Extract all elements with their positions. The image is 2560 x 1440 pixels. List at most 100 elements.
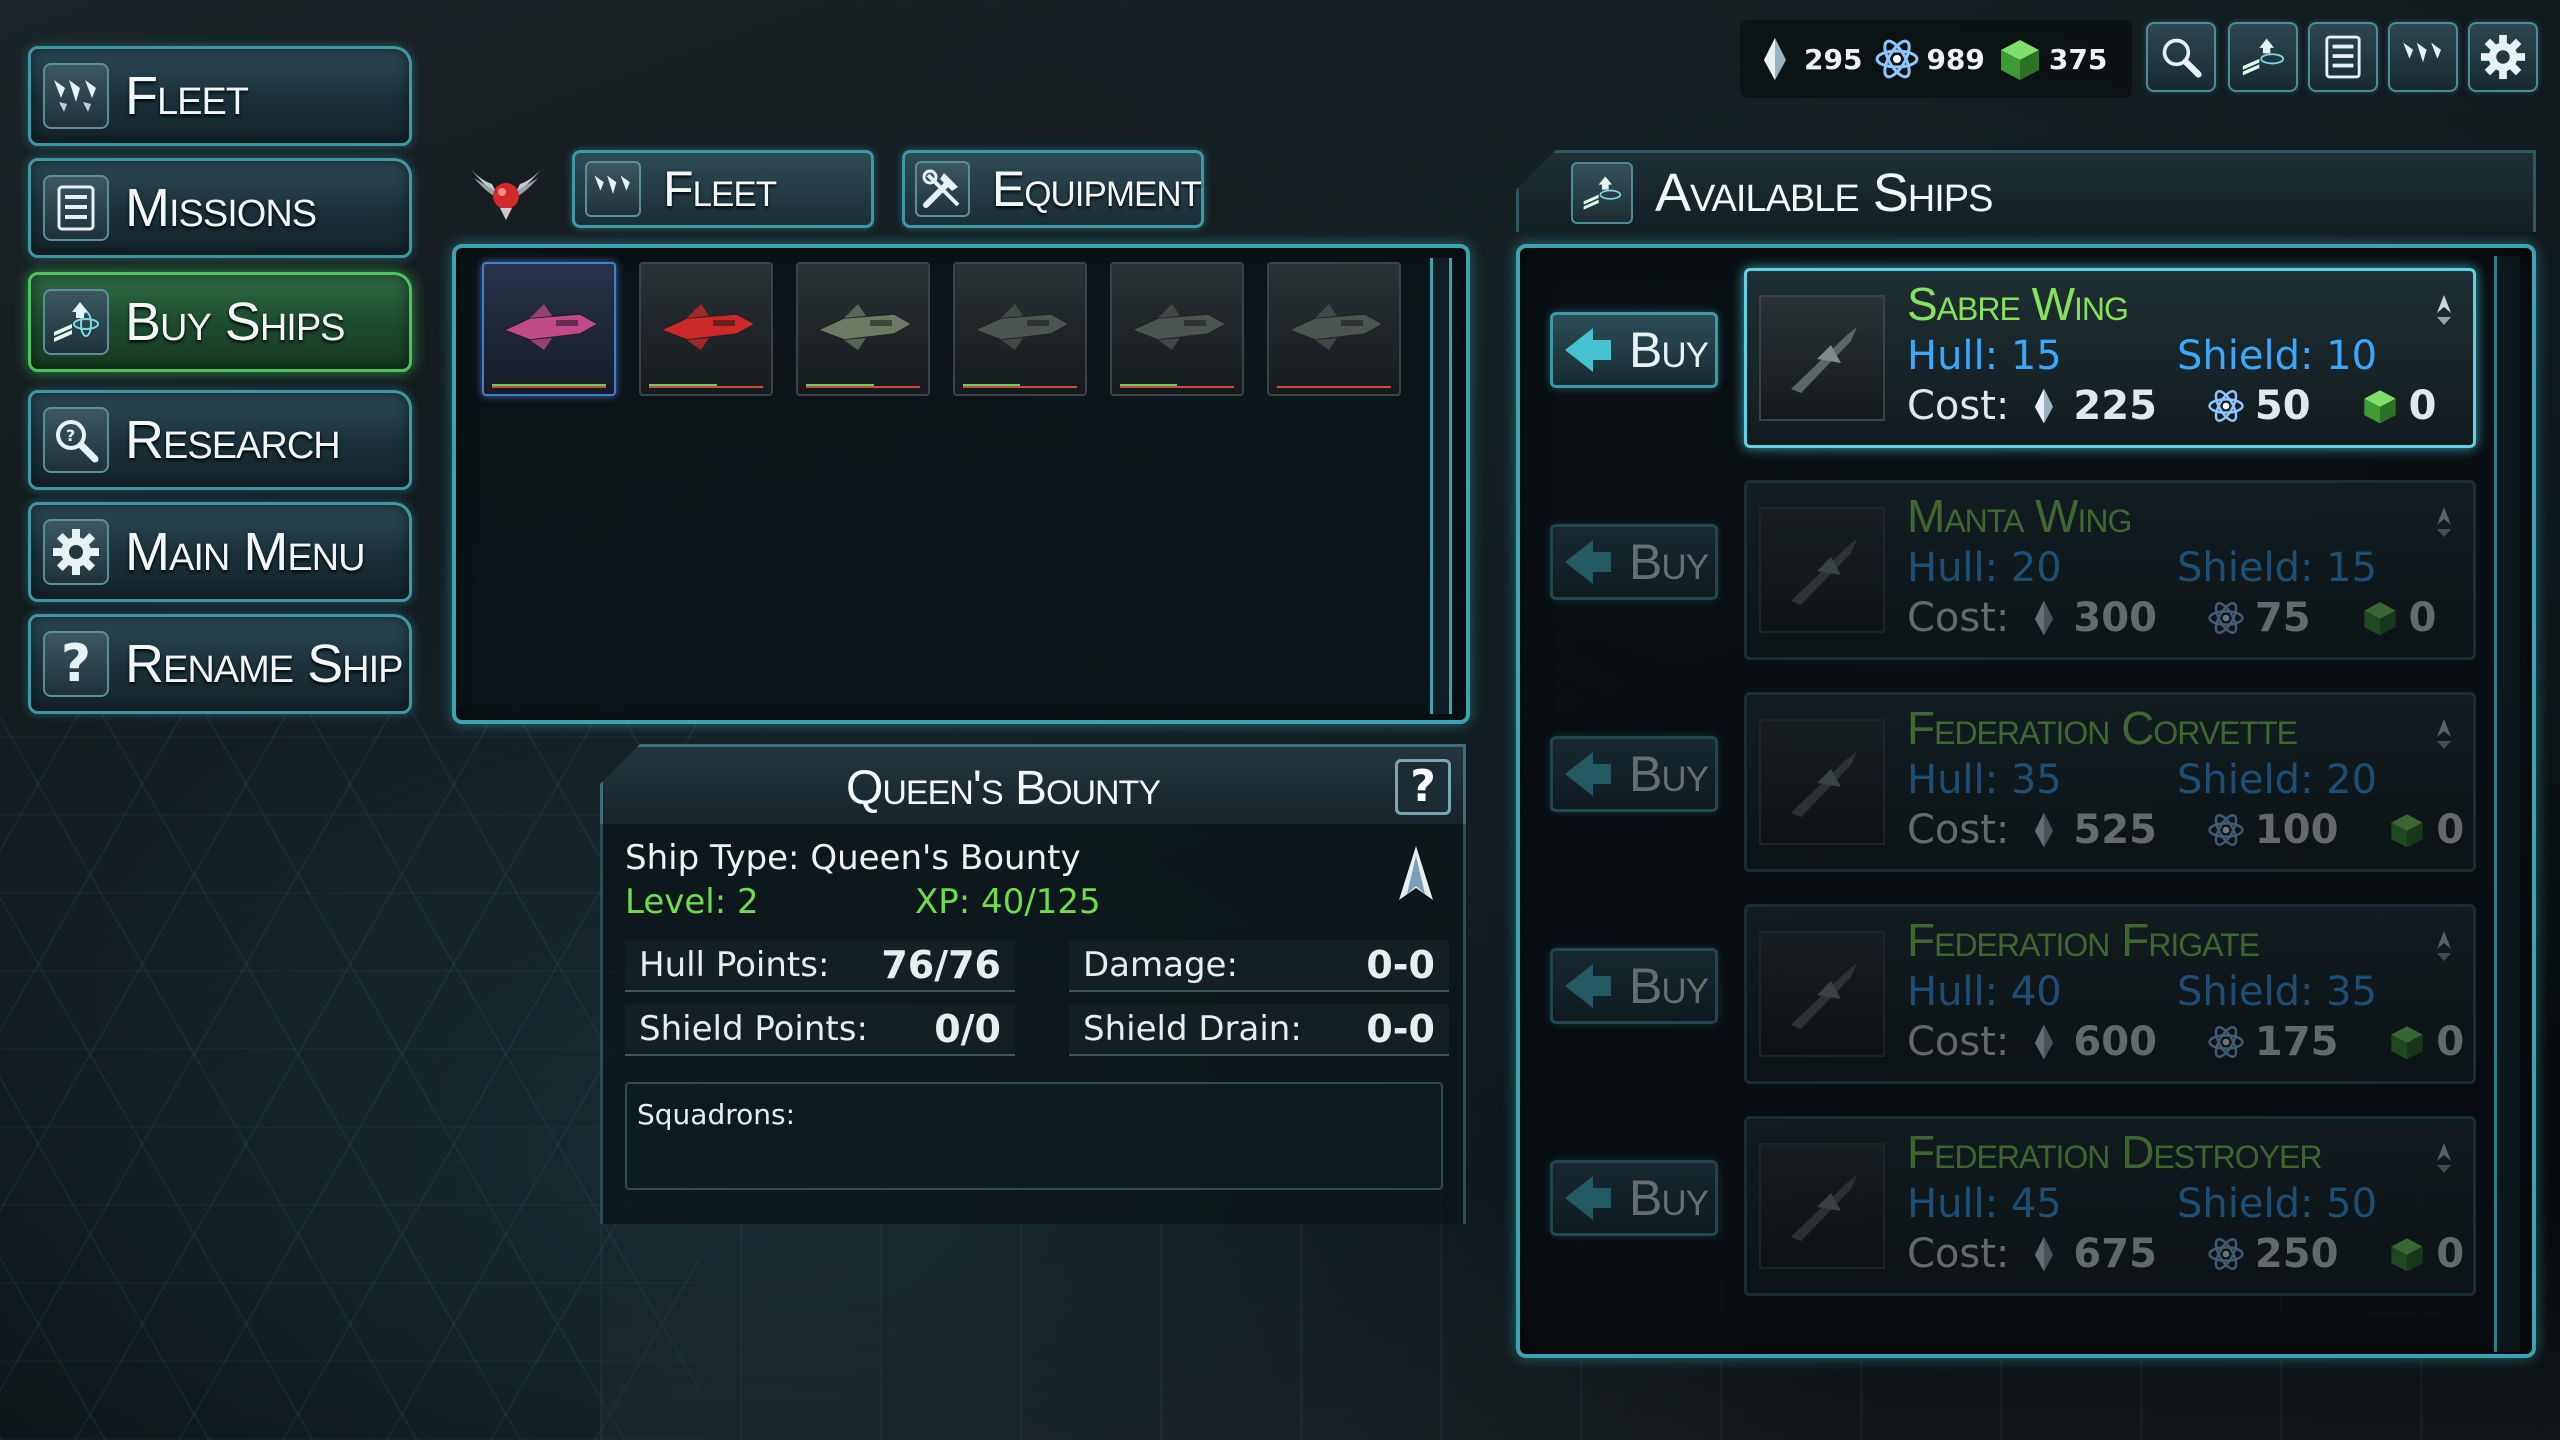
fleet-ship-slot[interactable] bbox=[639, 262, 773, 396]
hull-points-stat: Hull Points: 76/76 bbox=[625, 940, 1015, 992]
menu-buy-ships-label: Buy Ships bbox=[125, 292, 346, 352]
top-missions-button[interactable] bbox=[2308, 22, 2378, 92]
tab-equipment[interactable]: Equipment bbox=[902, 150, 1204, 228]
crystal-resource: 295 bbox=[1752, 36, 1862, 82]
menu-rename-ship-label: Rename Ship bbox=[125, 634, 403, 694]
ship-health-bar bbox=[1277, 384, 1391, 388]
cube-resource: 375 bbox=[1997, 36, 2107, 82]
fleet-ships-panel bbox=[452, 244, 1470, 724]
crystal-icon bbox=[2035, 600, 2054, 636]
ship-cost: Cost: 600 175 0 bbox=[1907, 1019, 2498, 1065]
squadrons-box: Squadrons: bbox=[625, 1082, 1443, 1190]
menu-rename-ship-button[interactable]: ? Rename Ship bbox=[28, 614, 412, 714]
cost-atom: 100 bbox=[2254, 807, 2339, 853]
tab-equipment-label: Equipment bbox=[991, 161, 1202, 217]
buy-label: Buy bbox=[1629, 958, 1709, 1014]
ship-xp-text: XP: 40/125 bbox=[915, 882, 1101, 922]
cube-icon bbox=[2391, 1026, 2424, 1060]
rank-icon bbox=[2437, 1143, 2451, 1173]
menu-missions-button[interactable]: Missions bbox=[28, 158, 412, 258]
top-buy-ships-button[interactable] bbox=[2228, 22, 2298, 92]
buy-button[interactable]: Buy bbox=[1550, 1160, 1718, 1236]
ship-card[interactable]: Federation Frigate Hull: 40 Shield: 35 Cost… bbox=[1744, 904, 2476, 1084]
menu-fleet-label: Fleet bbox=[125, 66, 249, 126]
tools-icon bbox=[915, 161, 970, 217]
available-ships-title: Available Ships bbox=[1655, 162, 1993, 223]
buy-button[interactable]: Buy bbox=[1550, 524, 1718, 600]
atom-icon bbox=[2208, 390, 2244, 422]
fleet-ship-slot[interactable] bbox=[953, 262, 1087, 396]
cube-icon bbox=[2363, 602, 2396, 636]
cost-atom: 175 bbox=[2254, 1019, 2339, 1065]
buy-button[interactable]: Buy bbox=[1550, 736, 1718, 812]
crystal-icon bbox=[1764, 38, 1786, 80]
fleet-ship-slot[interactable] bbox=[796, 262, 930, 396]
tab-fleet[interactable]: Fleet bbox=[572, 150, 874, 228]
shield-points-stat: Shield Points: 0/0 bbox=[625, 1004, 1015, 1056]
ship-card[interactable]: Manta Wing Hull: 20 Shield: 15 Cost: 300 75 0 bbox=[1744, 480, 2476, 660]
ship-thumbnail bbox=[502, 304, 600, 350]
buy-button[interactable]: Buy bbox=[1550, 312, 1718, 388]
arrow-left-icon bbox=[1565, 540, 1611, 584]
fleet-ship-slot[interactable] bbox=[1110, 262, 1244, 396]
ship-shield: Shield: 20 bbox=[2177, 757, 2378, 803]
menu-buy-ships-button[interactable]: Buy Ships bbox=[28, 272, 412, 372]
ship-shield: Shield: 10 bbox=[2177, 333, 2378, 379]
ship-card[interactable]: Federation Corvette Hull: 35 Shield: 20 Cos… bbox=[1744, 692, 2476, 872]
fleet-icon bbox=[585, 161, 641, 217]
buy-ships-icon bbox=[2242, 38, 2285, 76]
cost-cube: 0 bbox=[2408, 383, 2437, 429]
fleet-icon bbox=[43, 63, 109, 129]
fleet-ship-slot[interactable] bbox=[1267, 262, 1401, 396]
cost-label: Cost: bbox=[1907, 595, 2010, 641]
question-icon: ? bbox=[43, 631, 109, 697]
available-ships-panel: Buy Sabre Wing Hull: 15 Shield: 10 Cost: 225 5… bbox=[1516, 244, 2536, 1358]
menu-main-menu-button[interactable]: Main Menu bbox=[28, 502, 412, 602]
ship-health-bar bbox=[492, 384, 606, 388]
ship-cost: Cost: 225 50 0 bbox=[1907, 383, 2470, 429]
cube-icon bbox=[2391, 814, 2424, 848]
ship-card[interactable]: Federation Destroyer Hull: 45 Shield: 50 Co… bbox=[1744, 1116, 2476, 1296]
ship-detail-header: Queen's Bounty ? bbox=[600, 744, 1466, 824]
cost-crystal: 300 bbox=[2073, 595, 2157, 641]
ship-detail-panel: Ship Type: Queen's Bounty Level: 2 XP: 4… bbox=[600, 824, 1466, 1224]
arrow-left-icon bbox=[1565, 964, 1611, 1008]
ship-shield: Shield: 35 bbox=[2177, 969, 2378, 1015]
ship-thumbnail bbox=[1759, 507, 1885, 633]
ship-thumbnail bbox=[816, 304, 914, 350]
fleet-scrollbar[interactable] bbox=[1430, 258, 1452, 714]
buy-button[interactable]: Buy bbox=[1550, 948, 1718, 1024]
top-fleet-button[interactable] bbox=[2388, 22, 2458, 92]
available-ship-row: Buy Federation Corvette Hull: 35 Shield: 20… bbox=[1520, 678, 2480, 878]
available-ships-scrollbar[interactable] bbox=[2494, 256, 2520, 1352]
cost-cube: 0 bbox=[2408, 595, 2437, 641]
top-settings-button[interactable] bbox=[2468, 22, 2538, 92]
fleet-ship-slot[interactable] bbox=[482, 262, 616, 396]
squadrons-label: Squadrons: bbox=[637, 1098, 796, 1131]
shield-drain-stat: Shield Drain: 0-0 bbox=[1069, 1004, 1449, 1056]
ship-hull: Hull: 40 bbox=[1907, 969, 2062, 1015]
help-button[interactable]: ? bbox=[1395, 759, 1451, 815]
ship-detail-title: Queen's Bounty bbox=[846, 762, 1161, 815]
ship-name: Federation Destroyer bbox=[1907, 1126, 2322, 1178]
list-icon bbox=[43, 175, 109, 241]
ship-thumbnail bbox=[973, 304, 1071, 350]
cost-crystal: 675 bbox=[2073, 1231, 2157, 1277]
ship-card[interactable]: Sabre Wing Hull: 15 Shield: 10 Cost: 225 50 0 bbox=[1744, 268, 2476, 448]
ship-cost: Cost: 300 75 0 bbox=[1907, 595, 2470, 641]
top-research-button[interactable] bbox=[2146, 22, 2216, 92]
menu-fleet-button[interactable]: Fleet bbox=[28, 46, 412, 146]
ship-thumbnail bbox=[1759, 719, 1885, 845]
ship-health-bar bbox=[1120, 384, 1234, 388]
cost-cube: 0 bbox=[2436, 1231, 2465, 1277]
cost-atom: 250 bbox=[2254, 1231, 2339, 1277]
ship-thumbnail bbox=[659, 304, 757, 350]
menu-research-button[interactable]: ? Research bbox=[28, 390, 412, 490]
tab-fleet-label: Fleet bbox=[663, 161, 777, 217]
available-ship-row: Buy Sabre Wing Hull: 15 Shield: 10 Cost: 225 5… bbox=[1520, 254, 2480, 454]
ship-health-bar bbox=[963, 384, 1077, 388]
available-ship-row: Buy Federation Frigate Hull: 40 Shield: 35 C… bbox=[1520, 890, 2480, 1090]
resource-bar: 295 989 375 bbox=[1740, 20, 2132, 98]
atom-icon bbox=[1875, 39, 1919, 79]
buy-label: Buy bbox=[1629, 1170, 1709, 1226]
